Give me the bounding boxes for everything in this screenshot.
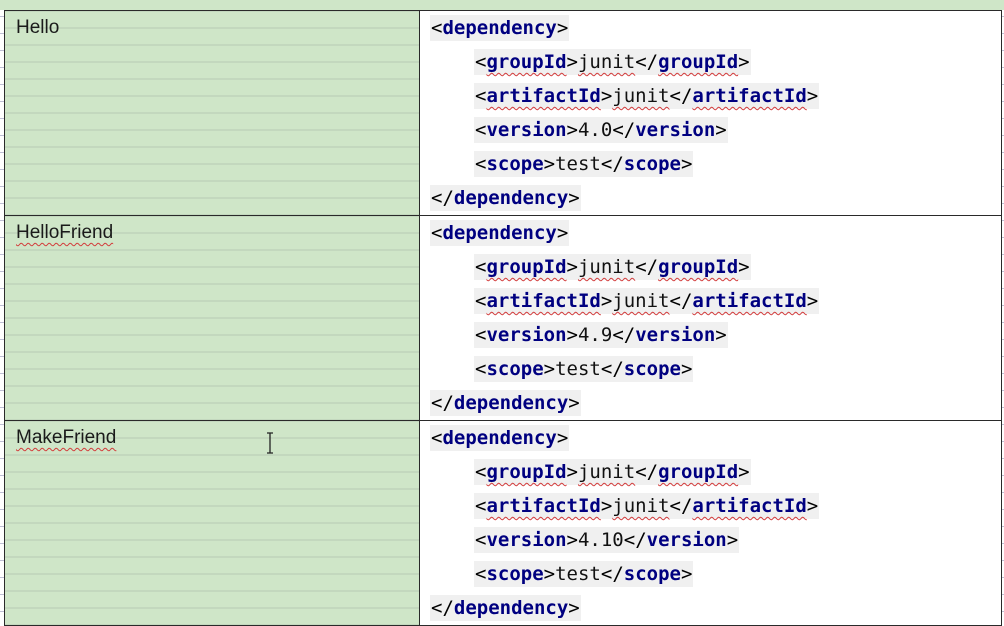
module-name-cell[interactable]: Hello (4, 10, 420, 216)
module-dependency-table[interactable]: Hello <dependency> <groupId>junit</group… (4, 10, 1002, 626)
table-row[interactable]: HelloFriend <dependency> <groupId>junit<… (4, 215, 1002, 421)
scope-value: test (555, 563, 601, 585)
table-row[interactable]: MakeFriend <dependency> <groupId>junit</… (4, 420, 1002, 626)
group-id-value: junit (577, 256, 636, 278)
table-row[interactable]: Hello <dependency> <groupId>junit</group… (4, 10, 1002, 216)
text-cursor-icon (267, 432, 273, 454)
module-name-cell[interactable]: MakeFriend (4, 420, 420, 626)
version-value: 4.10 (577, 529, 624, 551)
dependency-code-cell[interactable]: <dependency> <groupId>junit</groupId> <a… (419, 420, 1002, 626)
dependency-code-cell[interactable]: <dependency> <groupId>junit</groupId> <a… (419, 10, 1002, 216)
top-shaded-strip (0, 0, 1004, 10)
dependency-xml: <dependency> <groupId>junit</groupId> <a… (430, 425, 820, 621)
version-value: 4.0 (577, 119, 613, 141)
artifact-id-value: junit (612, 495, 670, 517)
artifact-id-value: junit (612, 290, 670, 312)
document-page[interactable]: Hello <dependency> <groupId>junit</group… (0, 0, 1004, 626)
artifact-id-value: junit (612, 85, 670, 107)
module-name: HelloFriend (16, 222, 114, 243)
module-name: MakeFriend (16, 427, 117, 448)
dependency-xml: <dependency> <groupId>junit</groupId> <a… (430, 15, 820, 211)
dependency-xml: <dependency> <groupId>junit</groupId> <a… (430, 220, 820, 416)
module-name-cell[interactable]: HelloFriend (4, 215, 420, 421)
group-id-value: junit (577, 461, 636, 483)
group-id-value: junit (577, 51, 636, 73)
version-value: 4.9 (577, 324, 613, 346)
dependency-code-cell[interactable]: <dependency> <groupId>junit</groupId> <a… (419, 215, 1002, 421)
scope-value: test (555, 358, 601, 380)
module-name: Hello (16, 17, 60, 38)
scope-value: test (555, 153, 601, 175)
